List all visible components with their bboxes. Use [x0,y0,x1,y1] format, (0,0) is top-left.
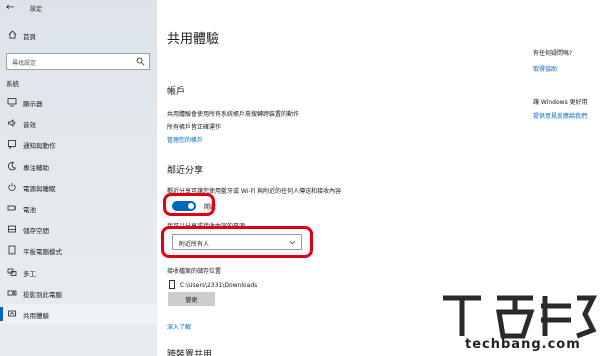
learn-more-link[interactable]: 深入了解 [167,322,191,331]
battery-icon [7,205,16,211]
speaker-icon [8,119,16,128]
monitor-icon [7,98,17,107]
section-label-system: 系統 [6,80,19,88]
moon-icon [8,161,17,170]
help-question: 有任何疑問嗎? [533,50,573,57]
sidebar-item-label: 電池 [23,206,36,214]
nearby-sharing-toggle[interactable] [172,201,196,211]
accounts-status: 所有帳戶皆正確運作 [167,124,222,131]
page-title: 共用體驗 [167,32,220,47]
sidebar: ← 設定 首頁 尋找設定 系統 顯示器音效通知與動作專注輔助電源與睡眠電池儲存空… [0,0,157,356]
chevron-down-icon [289,240,296,245]
sidebar-item-label: 儲存空間 [23,227,49,236]
cross-device-heading: 跨裝置共用 [167,350,213,356]
sidebar-item-9[interactable]: 多工 [0,262,157,282]
accounts-heading: 帳戶 [167,87,186,97]
search-placeholder: 尋找設定 [12,60,37,67]
sidebar-item-10[interactable]: 投影到此電腦 [0,283,157,303]
accounts-description: 共用體驗會使用所有系統帳戶來搜轉跨裝置的動作 [167,111,300,118]
sidebar-item-label: 專注輔助 [23,163,49,172]
save-location-label: 接收檔案的儲存位置 [167,268,222,275]
projector-icon [7,290,17,296]
sidebar-item-label: 投影到此電腦 [23,290,62,299]
shared-icon [8,310,16,317]
sidebar-item-11[interactable]: 共用體驗 [0,304,157,324]
search-icon [136,57,145,66]
sidebar-item-label: 共用體驗 [23,312,49,320]
back-arrow-icon[interactable]: ← [6,2,14,13]
multitask-icon [7,268,17,276]
feedback-link[interactable]: 提供意見反應給我們 [533,111,600,120]
sidebar-item-label: 平板電腦模式 [23,248,62,257]
toggle-state-label: 開啟 [204,204,217,211]
power-icon [8,182,16,191]
nearby-sharing-description: 鄰近分享可讓您使用藍牙或 Wi-Fi 與附近的任何人傳送和接收內容 [167,188,342,195]
manage-accounts-link[interactable]: 管理您的帳戶 [167,135,203,144]
sidebar-item-label: 顯示器 [23,100,43,108]
share-source-label: 我可以分享或接收內容的來源 [167,223,246,230]
watermark-text: techbang.com [465,337,581,352]
sidebar-item-label: 多工 [23,269,36,278]
sidebar-item-6[interactable]: 電池 [0,198,157,218]
feedback-prompt: 讓 Windows 更好用 [533,99,588,106]
sidebar-item-label: 音效 [23,121,36,130]
home-label: 首頁 [23,33,36,41]
save-path: C:\Users\2331\Downloads [180,282,258,289]
change-location-button[interactable]: 變更 [168,292,215,306]
sidebar-item-label: 電源與睡眠 [23,184,56,193]
sidebar-item-label: 通知與動作 [23,142,56,151]
nearby-sharing-heading: 鄰近分享 [167,166,204,176]
toggle-knob [188,203,194,209]
title-bar: ← 設定 [0,0,157,18]
app-title: 設定 [30,6,43,13]
sidebar-item-4[interactable]: 專注輔助 [0,156,157,176]
file-icon [169,280,175,289]
sidebar-item-7[interactable]: 儲存空間 [0,219,157,239]
notification-icon [8,140,16,150]
techbang-logo-icon [443,295,598,339]
techbang-watermark: techbang.com [437,290,600,356]
share-source-dropdown[interactable]: 附近所有人 [172,234,302,250]
sidebar-item-3[interactable]: 通知與動作 [0,134,157,154]
sidebar-item-8[interactable]: 平板電腦模式 [0,240,157,260]
dropdown-selected-value: 附近所有人 [179,241,210,248]
active-indicator [0,307,3,321]
settings-search-input[interactable]: 尋找設定 [6,53,150,70]
sidebar-item-5[interactable]: 電源與睡眠 [0,177,157,197]
sidebar-item-2[interactable]: 音效 [0,113,157,133]
change-button-label: 變更 [185,297,198,304]
get-help-link[interactable]: 取得協助 [533,64,600,73]
sidebar-item-1[interactable]: 顯示器 [0,92,157,112]
home-icon [8,30,17,39]
storage-icon [8,225,16,233]
home-link[interactable]: 首頁 [0,29,157,43]
tablet-icon [8,245,16,255]
